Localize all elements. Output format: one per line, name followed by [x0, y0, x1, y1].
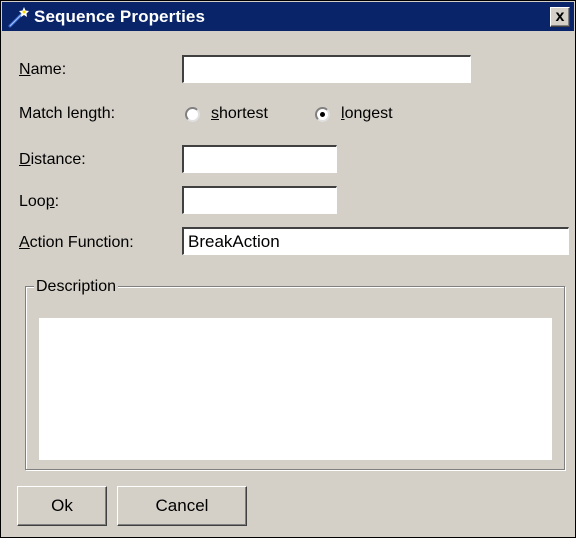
name-field[interactable]	[182, 55, 471, 83]
radio-selected-dot	[320, 112, 325, 117]
sequence-properties-dialog: Sequence Properties x Name: Match length…	[0, 0, 576, 538]
close-button[interactable]: x	[550, 7, 570, 27]
cancel-button[interactable]: Cancel	[117, 486, 247, 526]
action-function-field[interactable]: BreakAction	[182, 227, 569, 255]
distance-field[interactable]	[182, 145, 337, 173]
description-textarea[interactable]	[39, 318, 552, 460]
wand-icon	[8, 7, 29, 28]
action-function-label: Action Function:	[19, 234, 134, 251]
longest-radio[interactable]	[315, 107, 330, 122]
match-length-label: Match length:	[19, 105, 116, 122]
description-legend: Description	[34, 278, 119, 296]
longest-radio-label[interactable]: longest	[341, 105, 393, 123]
loop-field[interactable]	[182, 186, 337, 214]
name-label: Name:	[19, 61, 67, 78]
loop-label: Loop:	[19, 193, 60, 210]
shortest-radio[interactable]	[185, 107, 200, 122]
window-title: Sequence Properties	[34, 7, 206, 26]
distance-label: Distance:	[19, 151, 86, 168]
title-bar[interactable]: Sequence Properties x	[2, 2, 574, 31]
close-icon: x	[555, 8, 565, 25]
shortest-radio-label[interactable]: shortest	[211, 105, 268, 123]
ok-button[interactable]: Ok	[17, 486, 107, 526]
